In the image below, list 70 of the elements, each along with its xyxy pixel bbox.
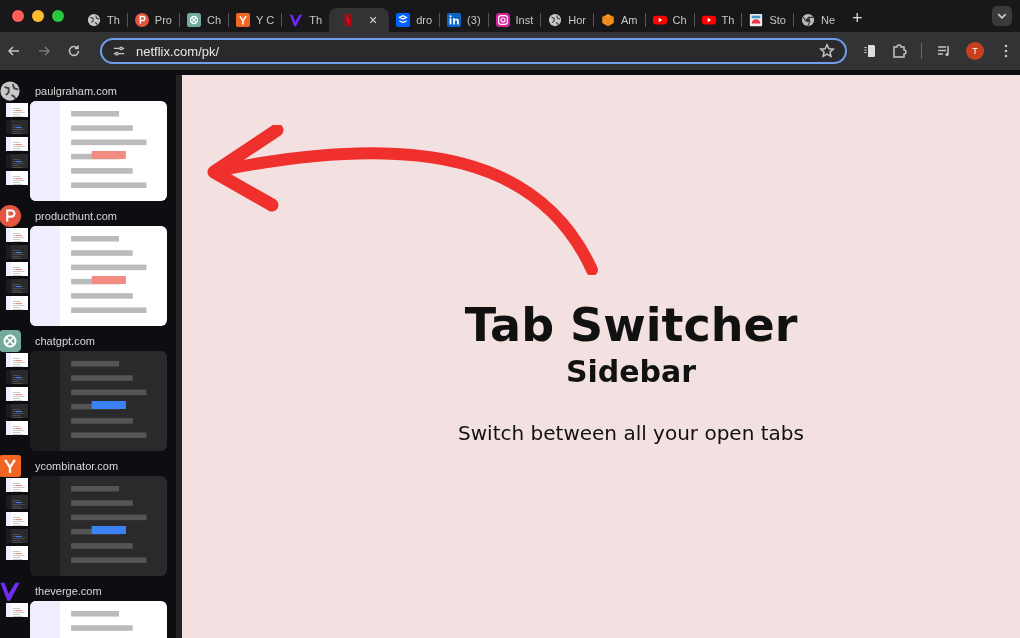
- tab-title: dro: [416, 14, 433, 26]
- browser-tab[interactable]: Th: [80, 8, 127, 32]
- bookmark-star-icon[interactable]: [819, 43, 835, 59]
- letter-y-icon: [236, 13, 251, 27]
- tab-title: Sto: [769, 14, 786, 26]
- tab-title: (3): [467, 14, 481, 26]
- url-text: netflix.com/pk/: [136, 43, 220, 59]
- tab-title: Hor: [568, 14, 587, 26]
- camera-icon: [495, 13, 510, 27]
- extensions-icon[interactable]: [891, 43, 907, 59]
- browser-tab[interactable]: Pro: [127, 8, 179, 32]
- headline: Tab Switcher: [464, 298, 798, 352]
- maximize-window-button[interactable]: [52, 10, 64, 22]
- profile-avatar[interactable]: T: [966, 42, 984, 60]
- address-bar[interactable]: netflix.com/pk/: [100, 38, 847, 64]
- tab-title: Ch: [206, 14, 222, 26]
- tab-search-button[interactable]: [992, 6, 1012, 26]
- close-tab-icon[interactable]: ×: [369, 12, 378, 28]
- chevron-v-icon: [0, 580, 21, 602]
- letter-y-icon: [0, 455, 21, 477]
- media-controls-icon[interactable]: [936, 43, 952, 59]
- site-domain[interactable]: paulgraham.com: [35, 85, 117, 97]
- knot-icon: [0, 330, 21, 352]
- globe-icon: [87, 13, 101, 27]
- site-domain[interactable]: producthunt.com: [35, 210, 117, 222]
- tab-title: Y C: [256, 14, 275, 26]
- browser-tab[interactable]: Ne: [793, 8, 842, 32]
- tab-title: Th: [721, 14, 735, 26]
- new-tab-button[interactable]: +: [842, 7, 873, 29]
- browser-tab[interactable]: Inst: [488, 8, 541, 32]
- globe-icon: [0, 80, 21, 102]
- close-window-button[interactable]: [12, 10, 24, 22]
- minimize-window-button[interactable]: [32, 10, 44, 22]
- browser-tab[interactable]: (3): [440, 8, 488, 32]
- tab-title: Pro: [154, 14, 172, 26]
- tab-title: Inst: [515, 14, 534, 26]
- browser-tab[interactable]: dro: [389, 8, 440, 32]
- browser-tab[interactable]: Hor: [541, 8, 594, 32]
- tab-title: Am: [621, 14, 638, 26]
- play-icon: [701, 13, 716, 27]
- knot-icon: [186, 13, 201, 27]
- site-domain[interactable]: ycombinator.com: [35, 460, 119, 472]
- play-icon: [652, 13, 667, 27]
- browser-tab[interactable]: Th: [282, 8, 329, 32]
- site-domain[interactable]: chatgpt.com: [35, 335, 95, 347]
- tab-title: Ch: [672, 14, 687, 26]
- globe-icon: [548, 13, 563, 27]
- site-settings-icon[interactable]: [112, 44, 126, 58]
- tab-title: Th: [309, 14, 322, 26]
- browser-tab[interactable]: Ch: [645, 8, 694, 32]
- subheading: Sidebar: [565, 354, 697, 389]
- letters-in-icon: [447, 13, 462, 27]
- browser-tab[interactable]: Am: [594, 8, 645, 32]
- chrome-icon: [800, 13, 815, 27]
- letter-p-icon: [0, 205, 21, 227]
- letter-p-icon: [134, 13, 149, 27]
- site-domain[interactable]: theverge.com: [35, 585, 102, 597]
- tab-title: Th: [107, 14, 120, 26]
- browser-tab[interactable]: ×: [329, 8, 390, 32]
- browser-tab[interactable]: Ch: [179, 8, 229, 32]
- tagline-text: Switch between all your open tabs: [458, 421, 804, 445]
- browser-tab[interactable]: Sto: [742, 8, 793, 32]
- box-icon: [396, 13, 411, 27]
- chevron-v-icon: [289, 13, 304, 27]
- reload-button[interactable]: [66, 43, 82, 59]
- tab-title: Ne: [820, 14, 835, 26]
- browser-tab[interactable]: Th: [694, 8, 742, 32]
- image-icon: [749, 13, 764, 27]
- cube-icon: [601, 13, 616, 27]
- browser-tab[interactable]: Y C: [229, 8, 282, 32]
